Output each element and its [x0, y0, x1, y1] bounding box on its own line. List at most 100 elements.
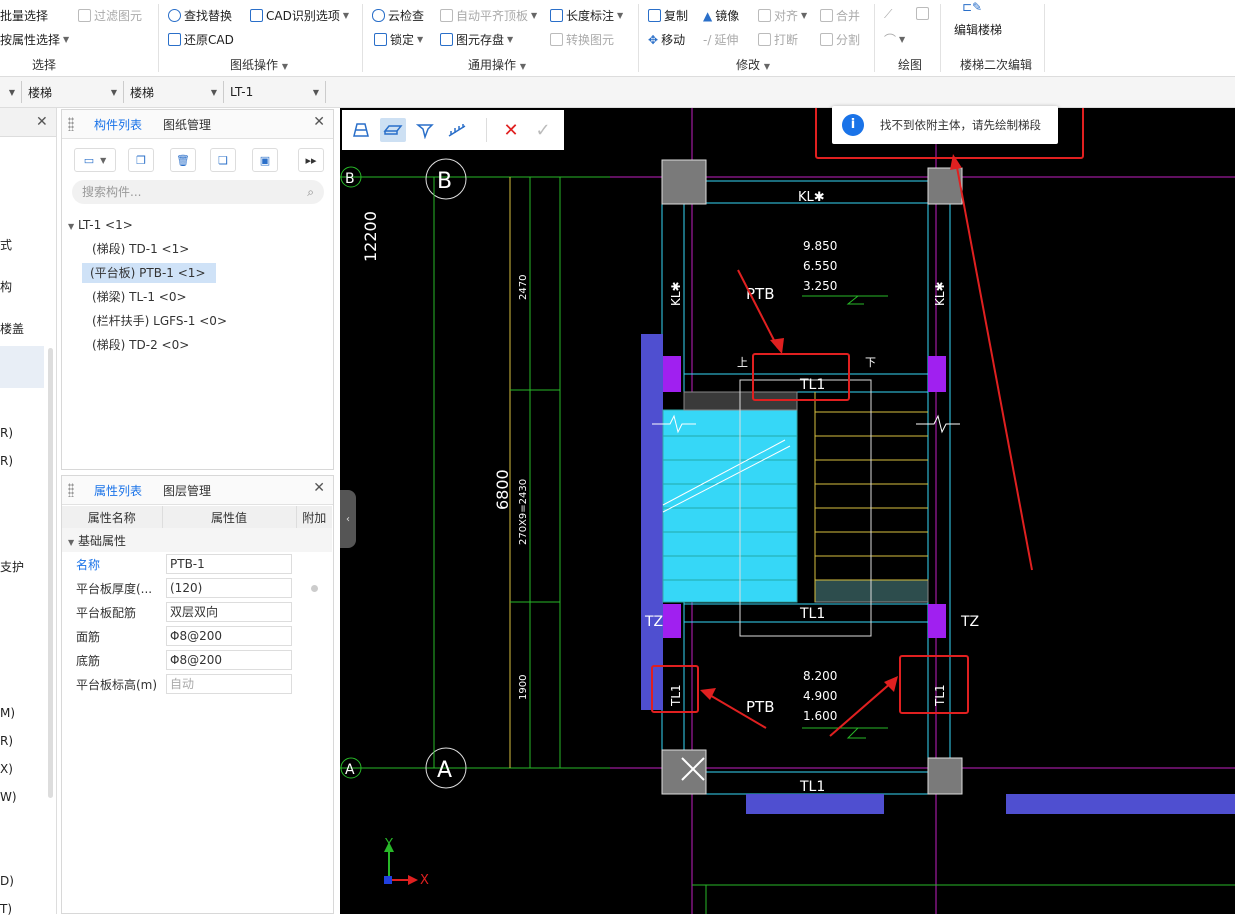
stair-post-tz-right[interactable]: [928, 604, 946, 638]
wall-slab[interactable]: [1006, 794, 1235, 814]
lock-button[interactable]: 锁定 ▼: [374, 31, 423, 48]
stair-post-tz-left[interactable]: [663, 604, 681, 638]
column[interactable]: [661, 159, 707, 205]
nav-item[interactable]: R): [0, 734, 13, 748]
merge-button[interactable]: 合并: [820, 7, 860, 24]
tab-property-list[interactable]: 属性列表: [94, 482, 142, 499]
edit-stair-button[interactable]: 编辑楼梯: [954, 21, 1002, 38]
draw-stair-flight-button[interactable]: [348, 118, 374, 142]
component-search-input[interactable]: 搜索构件... ⌕: [72, 180, 324, 204]
column[interactable]: [927, 167, 963, 205]
property-value-input[interactable]: Φ8@200: [166, 650, 292, 670]
auto-align-top-button[interactable]: 自动平齐顶板 ▼: [440, 7, 537, 24]
save-element-button[interactable]: 图元存盘 ▼: [440, 31, 513, 48]
nav-scrollbar[interactable]: [48, 348, 53, 798]
component-select[interactable]: LT-1 ▼: [224, 81, 326, 103]
nav-item[interactable]: M): [0, 706, 15, 720]
stair-post[interactable]: [663, 356, 681, 392]
type-select[interactable]: 楼梯 ▼: [22, 81, 124, 103]
stair-post[interactable]: [928, 356, 946, 392]
component-type-select[interactable]: 楼梯 ▼: [124, 81, 224, 103]
draw-line-button[interactable]: ⟋: [884, 7, 892, 22]
tree-item-lgfs1[interactable]: (栏杆扶手) LGFS-1 <0>: [88, 311, 231, 331]
tab-component-list[interactable]: 构件列表: [94, 116, 142, 133]
attr-select-button[interactable]: 按属性选择 ▼: [0, 31, 69, 48]
close-icon[interactable]: ✕: [313, 114, 325, 130]
property-group-row[interactable]: ▼ 基础属性: [62, 528, 332, 552]
more-button[interactable]: ▸▸: [298, 148, 324, 172]
align-button[interactable]: 对齐 ▼: [758, 7, 807, 24]
find-replace-button[interactable]: 查找替换: [168, 7, 232, 24]
draw-landing-button[interactable]: [380, 118, 406, 142]
collapse-icon[interactable]: ▼: [68, 538, 74, 547]
label-tl1-left: TL1: [669, 684, 683, 707]
duplicate-floor-button[interactable]: ❏: [210, 148, 236, 172]
wall-slab[interactable]: [746, 794, 884, 814]
confirm-button[interactable]: ✓: [530, 118, 556, 142]
stair-flight[interactable]: [662, 409, 798, 603]
length-dim-button[interactable]: 长度标注 ▼: [550, 7, 623, 24]
draw-rect-button[interactable]: [916, 7, 929, 20]
dim-1900: 1900: [518, 675, 529, 700]
nav-item[interactable]: 构: [0, 278, 12, 295]
draw-railing-button[interactable]: [444, 118, 470, 142]
drag-grip-icon[interactable]: [68, 483, 74, 497]
extra-checkbox[interactable]: [310, 585, 318, 592]
nav-item[interactable]: 支护: [0, 558, 24, 575]
property-value-input[interactable]: 自动: [166, 674, 292, 694]
floor-select[interactable]: ▼: [0, 81, 22, 103]
nav-item[interactable]: 楼盖: [0, 320, 24, 337]
cad-canvas[interactable]: B B A A 12200 6800 2470 270X9=2430 1900: [340, 108, 1235, 914]
component-library-button[interactable]: ▣: [252, 148, 278, 172]
property-value-input[interactable]: Φ8@200: [166, 626, 292, 646]
expand-icon[interactable]: ▼: [68, 222, 74, 231]
batch-select-button[interactable]: 批量选择: [0, 7, 48, 24]
close-icon[interactable]: ✕: [36, 114, 48, 130]
nav-item[interactable]: R): [0, 454, 13, 468]
delete-component-button[interactable]: 🗑: [170, 148, 196, 172]
find-replace-label: 查找替换: [184, 9, 233, 23]
property-value-input[interactable]: (120): [166, 578, 292, 598]
property-value-input[interactable]: PTB-1: [166, 554, 292, 574]
break-button[interactable]: 打断: [758, 31, 798, 48]
split-button[interactable]: 分割: [820, 31, 860, 48]
copy-button[interactable]: 复制: [648, 7, 688, 24]
wall-slab[interactable]: [641, 334, 663, 710]
ucs-y-label: Y: [384, 837, 393, 852]
mirror-button[interactable]: ▲ 镜像: [703, 7, 739, 24]
extend-button[interactable]: -/延伸: [703, 31, 738, 48]
tree-item-lt1[interactable]: ▼ LT-1 <1>: [68, 215, 133, 235]
copy-component-button[interactable]: ❐: [128, 148, 154, 172]
draw-arc-button[interactable]: ⌒ ▼: [884, 31, 905, 48]
property-value-input[interactable]: 双层双向: [166, 602, 292, 622]
nav-item[interactable]: W): [0, 790, 17, 804]
column-selected[interactable]: [661, 749, 707, 795]
tree-item-td1[interactable]: (梯段) TD-1 <1>: [88, 239, 193, 259]
new-component-button[interactable]: ▭ ▼: [74, 148, 116, 172]
convert-element-button[interactable]: 转换图元: [550, 31, 614, 48]
column[interactable]: [927, 757, 963, 795]
nav-item[interactable]: R): [0, 426, 13, 440]
tree-item-td2[interactable]: (梯段) TD-2 <0>: [88, 335, 193, 355]
nav-item[interactable]: D): [0, 874, 14, 888]
cad-options-button[interactable]: CAD识别选项 ▼: [250, 7, 349, 24]
cloud-check-button[interactable]: 云检查: [372, 7, 424, 24]
filter-element-button[interactable]: 过滤图元: [78, 7, 142, 24]
nav-item[interactable]: X): [0, 762, 13, 776]
draw-beam-button[interactable]: [412, 118, 438, 142]
tree-item-ptb1[interactable]: (平台板) PTB-1 <1>: [82, 263, 216, 283]
close-icon[interactable]: ✕: [313, 480, 325, 496]
tab-drawing-management[interactable]: 图纸管理: [163, 116, 211, 133]
cad-drawing[interactable]: B B A A 12200 6800 2470 270X9=2430 1900: [340, 108, 1235, 914]
nav-item[interactable]: 式: [0, 236, 12, 253]
nav-item-selected[interactable]: [0, 346, 44, 388]
drag-grip-icon[interactable]: [68, 117, 74, 131]
library-icon: ▣: [259, 153, 271, 167]
tree-item-tl1[interactable]: (梯梁) TL-1 <0>: [88, 287, 191, 307]
restore-icon: [168, 33, 181, 46]
tab-layer-management[interactable]: 图层管理: [163, 482, 211, 499]
restore-cad-button[interactable]: 还原CAD: [168, 31, 234, 48]
move-button[interactable]: ✥ 移动: [648, 31, 685, 48]
panel-collapse-handle[interactable]: ‹: [340, 490, 356, 548]
cancel-button[interactable]: ✕: [498, 118, 524, 142]
